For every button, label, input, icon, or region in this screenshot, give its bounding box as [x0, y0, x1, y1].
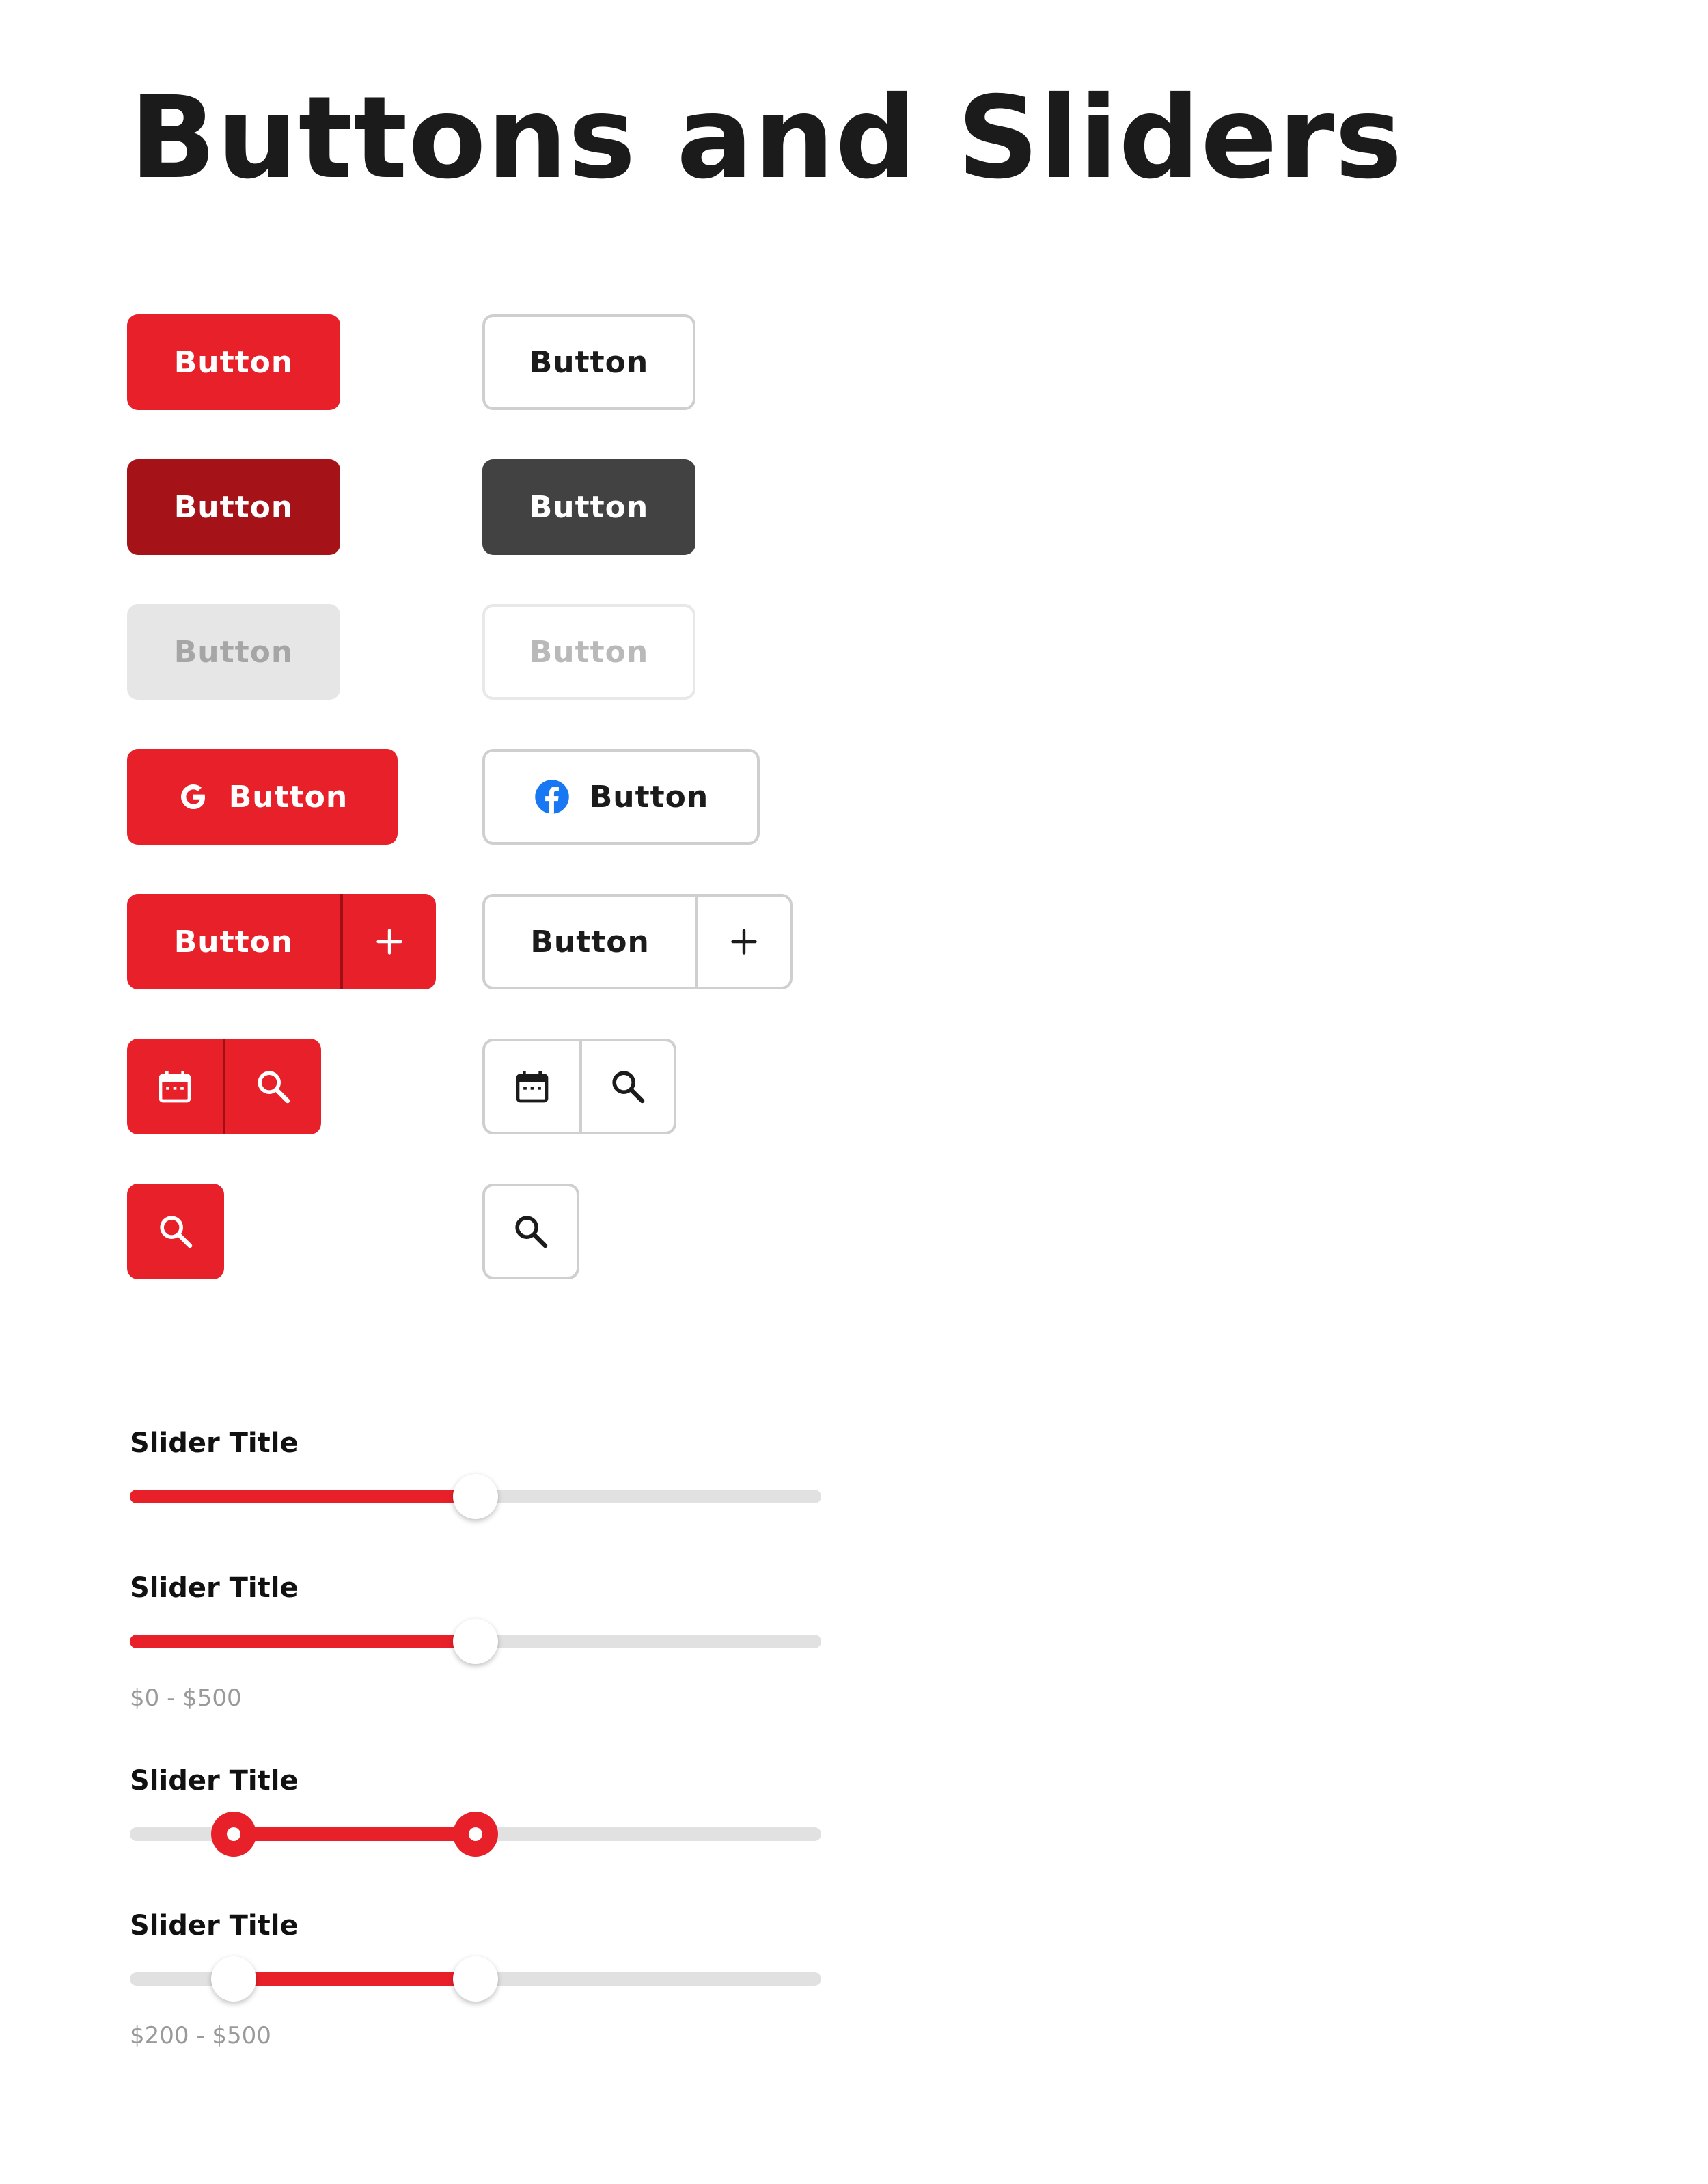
slider-fill — [130, 1635, 476, 1648]
calendar-icon — [156, 1067, 194, 1106]
facebook-button[interactable]: Button — [482, 749, 760, 845]
secondary-disabled-button[interactable]: Button — [482, 604, 695, 700]
plus-icon — [729, 927, 759, 957]
facebook-icon — [534, 778, 570, 815]
search-button-secondary[interactable] — [482, 1184, 579, 1279]
search-button-primary[interactable] — [127, 1184, 224, 1279]
slider-thumb-min[interactable] — [210, 1812, 256, 1857]
slider-track[interactable] — [130, 1619, 821, 1664]
split-primary-label: Button — [174, 924, 294, 959]
google-button-label: Button — [228, 779, 348, 815]
slider-thumb[interactable] — [453, 1619, 498, 1664]
search-icon — [156, 1212, 195, 1251]
slider-track[interactable] — [130, 1956, 821, 2002]
slider-range-text: $0 - $500 — [130, 1684, 242, 1712]
split-primary-add-button[interactable] — [340, 894, 436, 989]
slider-title: Slider Title — [130, 1428, 299, 1459]
search-button-primary-group[interactable] — [223, 1039, 321, 1134]
icon-group-primary — [127, 1039, 321, 1134]
slider-thumb-min[interactable] — [210, 1956, 256, 2002]
split-secondary-main-button[interactable]: Button — [485, 897, 695, 987]
google-button[interactable]: Button — [127, 749, 398, 845]
split-button-secondary: Button — [482, 894, 793, 989]
slider-title: Slider Title — [130, 1572, 299, 1604]
icon-group-secondary — [482, 1039, 676, 1134]
secondary-dark-button[interactable]: Button — [482, 459, 695, 555]
slider-track[interactable] — [130, 1474, 821, 1519]
search-button-secondary-group[interactable] — [579, 1041, 674, 1132]
calendar-button-secondary[interactable] — [485, 1041, 579, 1132]
primary-button[interactable]: Button — [127, 314, 340, 410]
secondary-button[interactable]: Button — [482, 314, 695, 410]
slider-title: Slider Title — [130, 1910, 299, 1941]
slider-track[interactable] — [130, 1812, 821, 1857]
slider-thumb-max[interactable] — [453, 1956, 498, 2002]
primary-disabled-button[interactable]: Button — [127, 604, 340, 700]
slider-fill — [233, 1972, 476, 1986]
slider-fill — [130, 1490, 476, 1503]
search-icon — [254, 1067, 292, 1106]
split-primary-main-button[interactable]: Button — [127, 894, 340, 989]
slider-title: Slider Title — [130, 1765, 299, 1797]
slider-thumb-max[interactable] — [453, 1812, 498, 1857]
plus-icon — [374, 927, 404, 957]
calendar-button-primary[interactable] — [127, 1039, 223, 1134]
facebook-button-label: Button — [589, 779, 709, 815]
split-button-primary: Button — [127, 894, 436, 989]
search-icon — [512, 1212, 550, 1251]
google-icon — [177, 780, 210, 813]
search-icon — [609, 1067, 647, 1106]
slider-fill — [233, 1827, 476, 1841]
primary-pressed-button[interactable]: Button — [127, 459, 340, 555]
page: Buttons and Sliders Button Button Button… — [0, 0, 1708, 2184]
slider-range-text: $200 - $500 — [130, 2022, 271, 2049]
split-secondary-add-button[interactable] — [695, 897, 790, 987]
split-secondary-label: Button — [530, 924, 650, 959]
calendar-icon — [513, 1067, 551, 1106]
slider-thumb[interactable] — [453, 1474, 498, 1519]
page-title: Buttons and Sliders — [130, 72, 1403, 204]
